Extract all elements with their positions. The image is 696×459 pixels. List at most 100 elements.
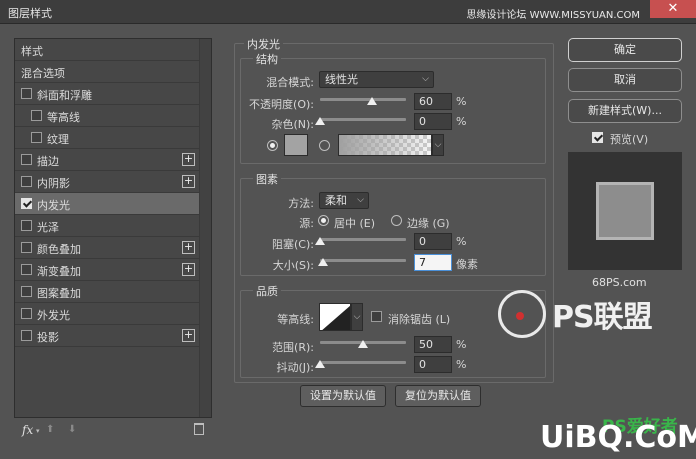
add-drop-shadow-icon[interactable]: + [182, 329, 195, 342]
style-item-stroke[interactable]: 描边 + [15, 149, 199, 171]
jitter-slider[interactable] [320, 361, 406, 364]
antialias-checkbox[interactable] [371, 311, 382, 322]
style-item-label: 描边 [37, 155, 59, 168]
outer-glow-checkbox[interactable] [21, 308, 32, 319]
source-label: 源: [299, 217, 314, 230]
chevron-down-icon: ⌵ [357, 195, 364, 205]
source-center-radio[interactable] [318, 215, 329, 226]
color-overlay-checkbox[interactable] [21, 242, 32, 253]
glow-gradient-picker[interactable] [338, 134, 432, 156]
opacity-slider[interactable] [320, 98, 406, 101]
jitter-unit: % [456, 358, 467, 371]
blend-mode-label: 混合模式: [266, 76, 314, 89]
blend-options-label: 混合选项 [21, 67, 65, 80]
add-gradient-overlay-icon[interactable]: + [182, 263, 195, 276]
style-item-drop-shadow[interactable]: 投影 + [15, 325, 199, 347]
styles-list-panel: 样式 混合选项 斜面和浮雕 等高线 纹理 描边 + 内阴影 + 内发光 光泽 颜… [14, 38, 212, 418]
size-slider-thumb[interactable] [317, 258, 328, 266]
noise-input[interactable]: 0 [414, 113, 452, 130]
gradient-overlay-checkbox[interactable] [21, 264, 32, 275]
source-edge-label[interactable]: 边缘 (G) [407, 215, 450, 231]
preview-label[interactable]: 预览(V) [610, 131, 648, 147]
bevel-checkbox[interactable] [21, 88, 32, 99]
ok-button[interactable]: 确定 [568, 38, 682, 62]
choke-input[interactable]: 0 [414, 233, 452, 250]
size-label: 大小(S): [272, 259, 314, 272]
watermark-brand: PS联盟 [552, 300, 653, 335]
add-inner-shadow-icon[interactable]: + [182, 175, 195, 188]
noise-unit: % [456, 115, 467, 128]
style-preview [568, 152, 682, 270]
size-slider[interactable] [320, 259, 406, 262]
styles-header[interactable]: 样式 [15, 39, 199, 61]
contour-picker[interactable] [319, 303, 351, 331]
fx-icon[interactable]: fx [22, 423, 33, 437]
ps-logo-icon [498, 290, 546, 338]
contour-chevron-icon[interactable]: ⌵ [351, 303, 363, 331]
new-style-button[interactable]: 新建样式(W)... [568, 99, 682, 123]
style-item-pattern-overlay[interactable]: 图案叠加 [15, 281, 199, 303]
style-item-label: 图案叠加 [37, 287, 81, 300]
inner-shadow-checkbox[interactable] [21, 176, 32, 187]
range-input[interactable]: 50 [414, 336, 452, 353]
preview-checkbox[interactable] [592, 132, 603, 143]
style-item-gradient-overlay[interactable]: 渐变叠加 + [15, 259, 199, 281]
move-down-icon[interactable]: ⬇ [68, 424, 76, 435]
jitter-input[interactable]: 0 [414, 356, 452, 373]
drop-shadow-checkbox[interactable] [21, 330, 32, 341]
blend-mode-value: 线性光 [325, 73, 358, 86]
size-unit: 像素 [456, 258, 478, 271]
contour-label: 等高线: [277, 313, 314, 326]
set-default-button[interactable]: 设置为默认值 [300, 385, 386, 407]
size-input[interactable]: 7 [414, 254, 452, 271]
style-item-outer-glow[interactable]: 外发光 [15, 303, 199, 325]
range-label: 范围(R): [272, 341, 314, 354]
choke-slider[interactable] [320, 238, 406, 241]
inner-glow-checkbox[interactable] [21, 198, 32, 209]
style-item-contour[interactable]: 等高线 [15, 105, 199, 127]
blend-mode-dropdown[interactable]: 线性光 ⌵ [319, 71, 434, 88]
style-item-label: 内发光 [37, 199, 70, 212]
style-item-label: 光泽 [37, 221, 59, 234]
method-dropdown[interactable]: 柔和 ⌵ [319, 192, 369, 209]
antialias-label[interactable]: 消除锯齿 (L) [388, 311, 450, 327]
style-item-satin[interactable]: 光泽 [15, 215, 199, 237]
window-title: 图层样式 [8, 7, 52, 20]
choke-slider-thumb[interactable] [315, 237, 325, 245]
texture-checkbox[interactable] [31, 132, 42, 143]
style-item-inner-shadow[interactable]: 内阴影 + [15, 171, 199, 193]
style-item-bevel[interactable]: 斜面和浮雕 [15, 83, 199, 105]
title-bar: 图层样式 思缘设计论坛 WWW.MISSYUAN.COM ✕ [0, 0, 696, 24]
method-label: 方法: [288, 197, 314, 210]
stroke-checkbox[interactable] [21, 154, 32, 165]
cancel-button[interactable]: 取消 [568, 68, 682, 92]
source-center-label[interactable]: 居中 (E) [334, 215, 375, 231]
source-edge-radio[interactable] [391, 215, 402, 226]
jitter-slider-thumb[interactable] [315, 360, 325, 368]
quality-title: 品质 [253, 283, 281, 299]
move-up-icon[interactable]: ⬆ [46, 424, 54, 435]
noise-slider[interactable] [320, 118, 406, 121]
style-item-texture[interactable]: 纹理 [15, 127, 199, 149]
contour-checkbox[interactable] [31, 110, 42, 121]
opacity-input[interactable]: 60 [414, 93, 452, 110]
color-fill-radio[interactable] [267, 140, 278, 151]
add-stroke-icon[interactable]: + [182, 153, 195, 166]
blend-options-item[interactable]: 混合选项 [15, 61, 199, 83]
gradient-chevron-icon[interactable]: ⌵ [432, 134, 444, 156]
opacity-label: 不透明度(O): [249, 98, 314, 111]
reset-default-button[interactable]: 复位为默认值 [395, 385, 481, 407]
pattern-overlay-checkbox[interactable] [21, 286, 32, 297]
glow-color-swatch[interactable] [284, 134, 308, 156]
style-item-inner-glow[interactable]: 内发光 [15, 193, 199, 215]
add-color-overlay-icon[interactable]: + [182, 241, 195, 254]
trash-icon[interactable] [194, 423, 204, 435]
close-button[interactable]: ✕ [650, 0, 696, 18]
opacity-slider-thumb[interactable] [366, 97, 377, 105]
gradient-fill-radio[interactable] [319, 140, 330, 151]
satin-checkbox[interactable] [21, 220, 32, 231]
range-slider-thumb[interactable] [358, 340, 368, 348]
styles-scrollbar[interactable] [199, 39, 211, 417]
noise-slider-thumb[interactable] [315, 117, 325, 125]
style-item-color-overlay[interactable]: 颜色叠加 + [15, 237, 199, 259]
